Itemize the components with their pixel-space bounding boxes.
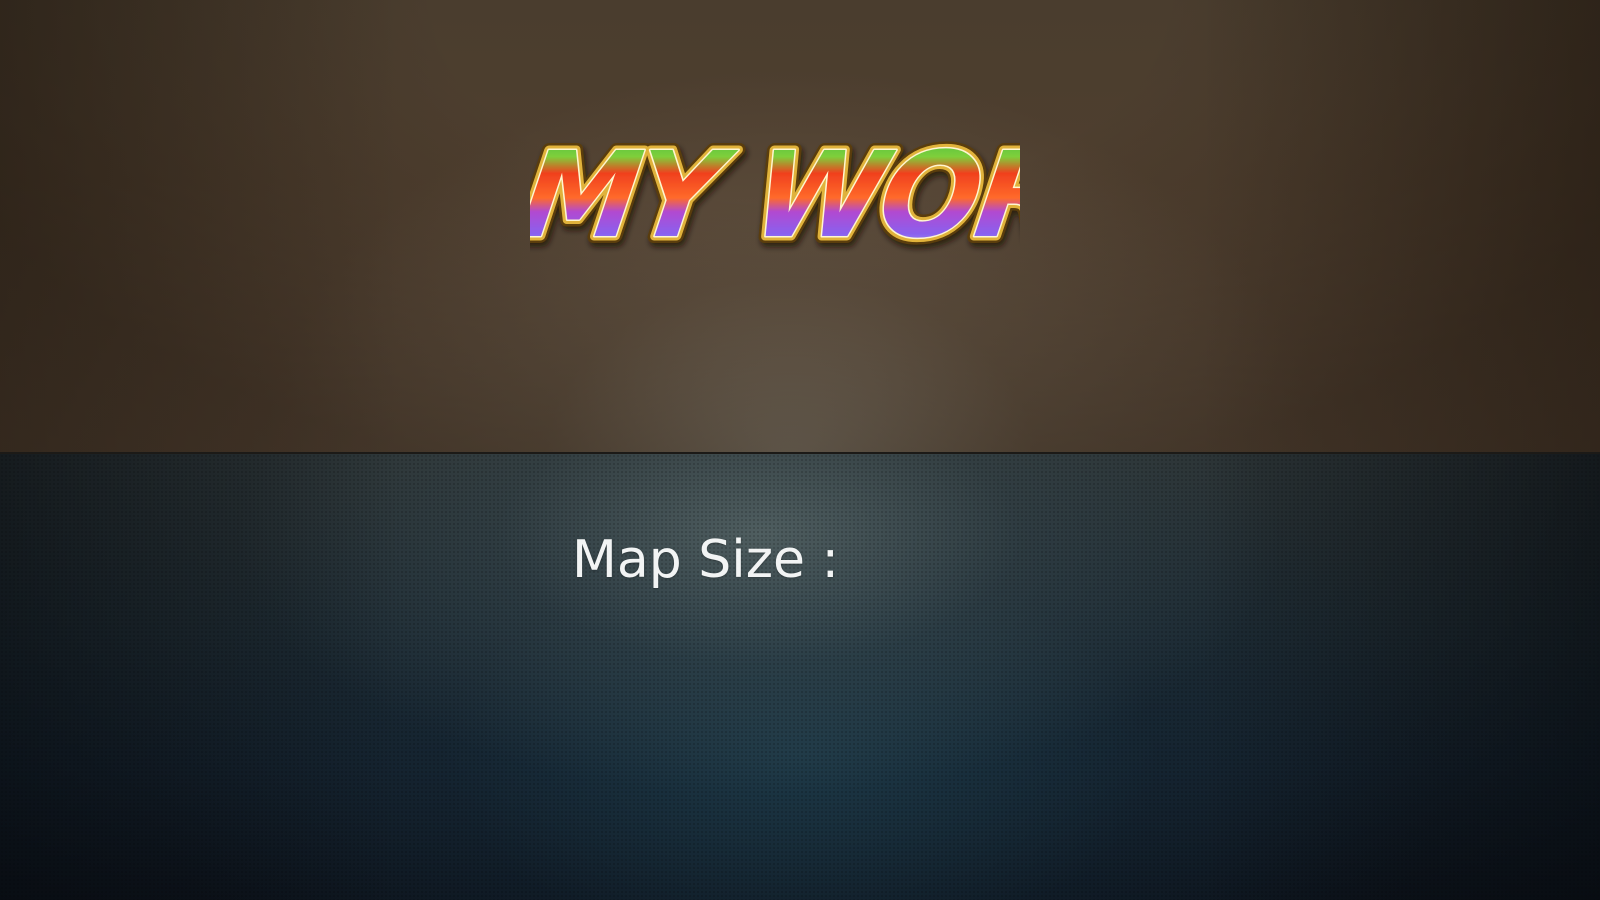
settings-panel xyxy=(0,454,1600,900)
map-size-label: Map Size : xyxy=(572,530,840,590)
game-screen: MY WORLD MY WORLD MY WORLD MY WORLD Map … xyxy=(0,0,1600,900)
logo-fill: MY WORLD xyxy=(530,127,1020,264)
game-logo: MY WORLD MY WORLD MY WORLD MY WORLD xyxy=(530,118,1020,268)
logo-artwork: MY WORLD MY WORLD MY WORLD MY WORLD xyxy=(530,120,1020,268)
